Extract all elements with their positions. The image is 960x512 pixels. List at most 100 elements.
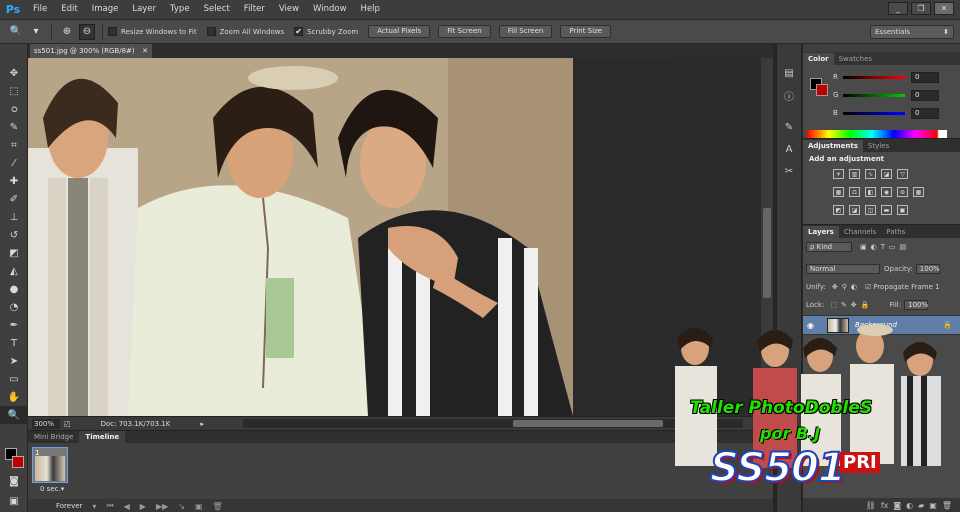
green-value-input[interactable]: 0: [911, 89, 939, 101]
tab-mini-bridge[interactable]: Mini Bridge: [28, 431, 79, 443]
document-tab[interactable]: ss501.jpg @ 300% (RGB/8#) ✕: [30, 44, 152, 58]
loop-chevron-icon[interactable]: ▾: [92, 502, 96, 511]
curves-icon[interactable]: ∿: [865, 169, 876, 179]
tab-paths[interactable]: Paths: [881, 226, 910, 238]
tab-swatches[interactable]: Swatches: [834, 53, 877, 65]
previous-frame-icon[interactable]: ◀: [124, 502, 130, 511]
next-frame-icon[interactable]: ▶▶: [156, 502, 168, 511]
marquee-tool-icon[interactable]: ⬚: [0, 82, 28, 100]
resize-windows-checkbox[interactable]: Resize Windows to Fit: [108, 27, 197, 36]
history-panel-icon[interactable]: ▤: [777, 64, 801, 82]
minimize-button[interactable]: _: [888, 2, 908, 15]
eraser-tool-icon[interactable]: ◩: [0, 244, 28, 262]
red-value-input[interactable]: 0: [911, 71, 939, 83]
quick-selection-tool-icon[interactable]: ✎: [0, 118, 28, 136]
paint-bucket-tool-icon[interactable]: ◭: [0, 262, 28, 280]
animation-frame[interactable]: 1: [32, 447, 68, 483]
checkbox-box[interactable]: [108, 27, 117, 36]
layer-kind-filter[interactable]: ρ Kind: [806, 242, 852, 252]
healing-brush-tool-icon[interactable]: ✚: [0, 172, 28, 190]
delete-frame-icon[interactable]: 🗑: [213, 502, 223, 511]
brush-tool-icon[interactable]: ✐: [0, 190, 28, 208]
preset-dropdown-icon[interactable]: ▾: [28, 24, 44, 40]
new-group-icon[interactable]: ▰: [918, 501, 924, 510]
play-icon[interactable]: ▶: [140, 502, 146, 511]
menu-edit[interactable]: Edit: [54, 0, 84, 19]
close-button[interactable]: ✕: [934, 2, 954, 15]
zoom-level-field[interactable]: 300%: [32, 418, 60, 429]
unify-icons[interactable]: ✥⚲◐: [832, 283, 861, 291]
tab-adjustments[interactable]: Adjustments: [803, 140, 863, 152]
menu-layer[interactable]: Layer: [125, 0, 163, 19]
zoom-tool-icon[interactable]: 🔍: [0, 406, 28, 424]
tool-presets-icon[interactable]: ✂: [777, 162, 801, 180]
tab-layers[interactable]: Layers: [803, 226, 839, 238]
background-color-swatch[interactable]: [816, 84, 828, 96]
layer-filter-icons[interactable]: ▣◐T▭▤: [860, 243, 910, 251]
character-panel-icon[interactable]: A: [777, 140, 801, 158]
lasso-tool-icon[interactable]: ഠ: [0, 100, 28, 118]
scrollbar-thumb[interactable]: [513, 420, 663, 427]
menu-help[interactable]: Help: [354, 0, 387, 19]
menu-image[interactable]: Image: [85, 0, 126, 19]
red-slider[interactable]: [843, 75, 905, 79]
channel-mixer-icon[interactable]: ⊛: [897, 187, 908, 197]
frame-delay-dropdown[interactable]: 0 sec.▾: [40, 485, 64, 493]
zoom-out-icon[interactable]: ⊖: [79, 23, 95, 40]
black-white-icon[interactable]: ◧: [865, 187, 876, 197]
green-slider[interactable]: [843, 93, 905, 97]
path-selection-tool-icon[interactable]: ➤: [0, 352, 28, 370]
exposure-icon[interactable]: ◪: [881, 169, 892, 179]
zoom-in-icon[interactable]: ⊕: [59, 24, 75, 40]
blur-tool-icon[interactable]: ●: [0, 280, 28, 298]
threshold-icon[interactable]: ◫: [865, 205, 876, 215]
new-layer-icon[interactable]: ▣: [929, 501, 937, 510]
propagate-checkbox[interactable]: ☑: [865, 283, 871, 291]
dodge-tool-icon[interactable]: ◔: [0, 298, 28, 316]
layer-style-icon[interactable]: fx: [881, 501, 889, 510]
tab-color[interactable]: Color: [803, 53, 834, 65]
checkbox-checked[interactable]: ✔: [294, 27, 304, 36]
add-mask-icon[interactable]: ◙: [893, 501, 901, 510]
quick-mask-icon[interactable]: ◙: [0, 472, 28, 490]
menu-filter[interactable]: Filter: [237, 0, 272, 19]
status-menu-arrow-icon[interactable]: ▸: [200, 420, 204, 428]
fill-screen-button[interactable]: Fill Screen: [498, 25, 553, 38]
checkbox-box[interactable]: [206, 27, 216, 36]
background-color-swatch[interactable]: [12, 456, 24, 468]
history-brush-tool-icon[interactable]: ↺: [0, 226, 28, 244]
tab-channels[interactable]: Channels: [839, 226, 881, 238]
zoom-all-windows-checkbox[interactable]: Zoom All Windows: [206, 27, 284, 36]
move-tool-icon[interactable]: ✥: [0, 64, 28, 82]
pen-tool-icon[interactable]: ✒: [0, 316, 28, 334]
menu-file[interactable]: File: [26, 0, 54, 19]
duplicate-frame-icon[interactable]: ▣: [195, 502, 203, 511]
rectangle-tool-icon[interactable]: ▭: [0, 370, 28, 388]
selective-color-icon[interactable]: ▣: [897, 205, 908, 215]
menu-type[interactable]: Type: [163, 0, 197, 19]
actual-pixels-button[interactable]: Actual Pixels: [368, 25, 431, 38]
tab-styles[interactable]: Styles: [863, 140, 894, 152]
levels-icon[interactable]: ▥: [849, 169, 860, 179]
menu-select[interactable]: Select: [197, 0, 237, 19]
hue-saturation-icon[interactable]: ▦: [833, 187, 844, 197]
scrubby-zoom-checkbox[interactable]: ✔ Scrubby Zoom: [294, 27, 358, 36]
invert-icon[interactable]: ◩: [833, 205, 844, 215]
color-lookup-icon[interactable]: ▦: [913, 187, 924, 197]
workspace-select[interactable]: Essentials ⬍: [870, 25, 954, 39]
link-layers-icon[interactable]: ⛓: [866, 501, 876, 510]
zoom-tool-preset-icon[interactable]: 🔍: [8, 24, 24, 40]
opacity-input[interactable]: 100%: [915, 264, 940, 274]
fill-input[interactable]: 100%: [904, 300, 928, 310]
fit-screen-button[interactable]: Fit Screen: [438, 25, 491, 38]
blend-mode-select[interactable]: Normal: [806, 264, 880, 274]
clone-stamp-tool-icon[interactable]: ⊥: [0, 208, 28, 226]
crop-tool-icon[interactable]: ⌗: [0, 136, 28, 154]
type-tool-icon[interactable]: T: [0, 334, 28, 352]
brush-panel-icon[interactable]: ✎: [777, 118, 801, 136]
status-info-icon[interactable]: ◰: [64, 420, 71, 428]
vibrance-icon[interactable]: ▽: [897, 169, 908, 179]
blue-slider[interactable]: [843, 111, 905, 115]
tab-timeline[interactable]: Timeline: [79, 431, 126, 443]
color-spectrum-bar[interactable]: [807, 130, 947, 138]
